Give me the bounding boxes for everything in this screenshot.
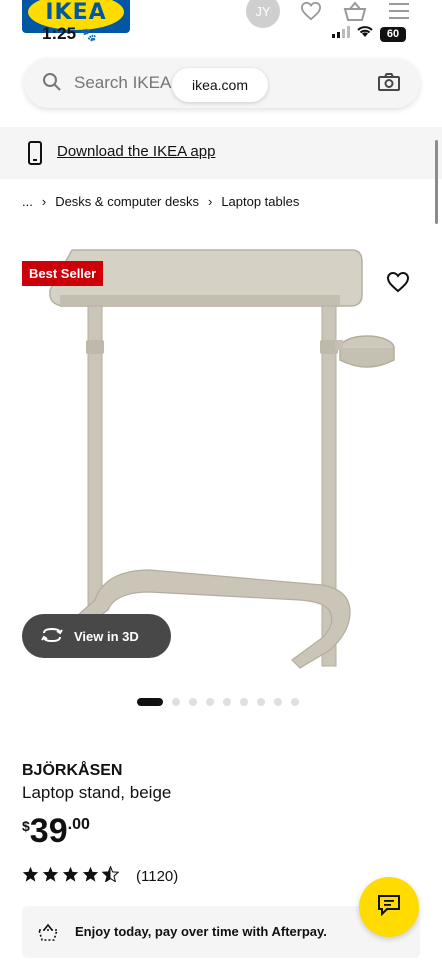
battery-icon: 60 (380, 26, 406, 42)
chat-button[interactable] (359, 877, 419, 937)
rating-count[interactable]: (1120) (136, 868, 178, 885)
breadcrumb-separator: › (41, 194, 47, 209)
carousel-dot[interactable] (240, 698, 248, 706)
product-name: BJÖRKÅSEN (22, 762, 123, 779)
carousel-dot-active[interactable] (137, 698, 163, 706)
breadcrumb: ... › Desks & computer desks › Laptop ta… (22, 194, 299, 209)
scrollbar[interactable] (435, 140, 438, 224)
paw-icon: 🐾 (80, 27, 97, 42)
carousel-dot[interactable] (291, 698, 299, 706)
wifi-icon (356, 25, 374, 43)
breadcrumb-item-ellipsis[interactable]: ... (22, 194, 33, 209)
price-decimal: .00 (67, 816, 90, 833)
menu-icon[interactable] (386, 0, 412, 24)
carousel-dot[interactable] (274, 698, 282, 706)
avatar[interactable]: JY (246, 0, 280, 28)
breadcrumb-separator: › (207, 194, 213, 209)
product-rating[interactable]: (1120) (22, 865, 178, 887)
star-icon (82, 866, 99, 887)
logo-text: IKEA (45, 0, 107, 25)
star-icon (42, 866, 59, 887)
star-icon (22, 866, 39, 887)
carousel-dots (137, 698, 299, 706)
best-seller-badge: Best Seller (22, 261, 104, 286)
carousel-dot[interactable] (172, 698, 180, 706)
carousel-dot[interactable] (257, 698, 265, 706)
carousel-dot[interactable] (206, 698, 214, 706)
status-indicators: 60 (332, 25, 406, 43)
camera-icon[interactable] (378, 72, 400, 97)
view-in-3d-button[interactable]: View in 3D (22, 614, 171, 658)
search-icon (42, 72, 62, 97)
price-integer: 39 (29, 812, 68, 850)
rotate-3d-icon (40, 627, 64, 646)
view-in-3d-label: View in 3D (74, 628, 139, 644)
afterpay-basket-icon (36, 922, 60, 947)
chat-icon (377, 894, 401, 921)
signal-icon (332, 25, 350, 43)
heart-icon[interactable] (298, 0, 324, 24)
product-description: Laptop stand, beige (22, 783, 172, 802)
star-icon (62, 866, 79, 887)
time-text: 1:25 (42, 24, 77, 43)
carousel-dot[interactable] (189, 698, 197, 706)
afterpay-text: Enjoy today, pay over time with Afterpay… (75, 924, 327, 939)
product-price: $ 39 .00 (22, 812, 90, 850)
breadcrumb-item-desks[interactable]: Desks & computer desks (55, 194, 199, 209)
app-banner[interactable]: Download the IKEA app (0, 127, 442, 179)
half-star-icon (101, 865, 120, 887)
favorite-heart-icon[interactable] (386, 271, 410, 295)
header: IKEA JY 1:25 🐾 60 ikea.com (0, 0, 442, 127)
phone-icon (28, 141, 42, 170)
url-pill[interactable]: ikea.com (172, 68, 268, 102)
price-currency: $ (22, 818, 30, 834)
basket-icon[interactable] (342, 0, 368, 24)
carousel-dot[interactable] (223, 698, 231, 706)
download-app-link[interactable]: Download the IKEA app (57, 143, 215, 160)
breadcrumb-item-laptop-tables[interactable]: Laptop tables (221, 194, 299, 209)
status-time: 1:25 🐾 (42, 24, 97, 44)
